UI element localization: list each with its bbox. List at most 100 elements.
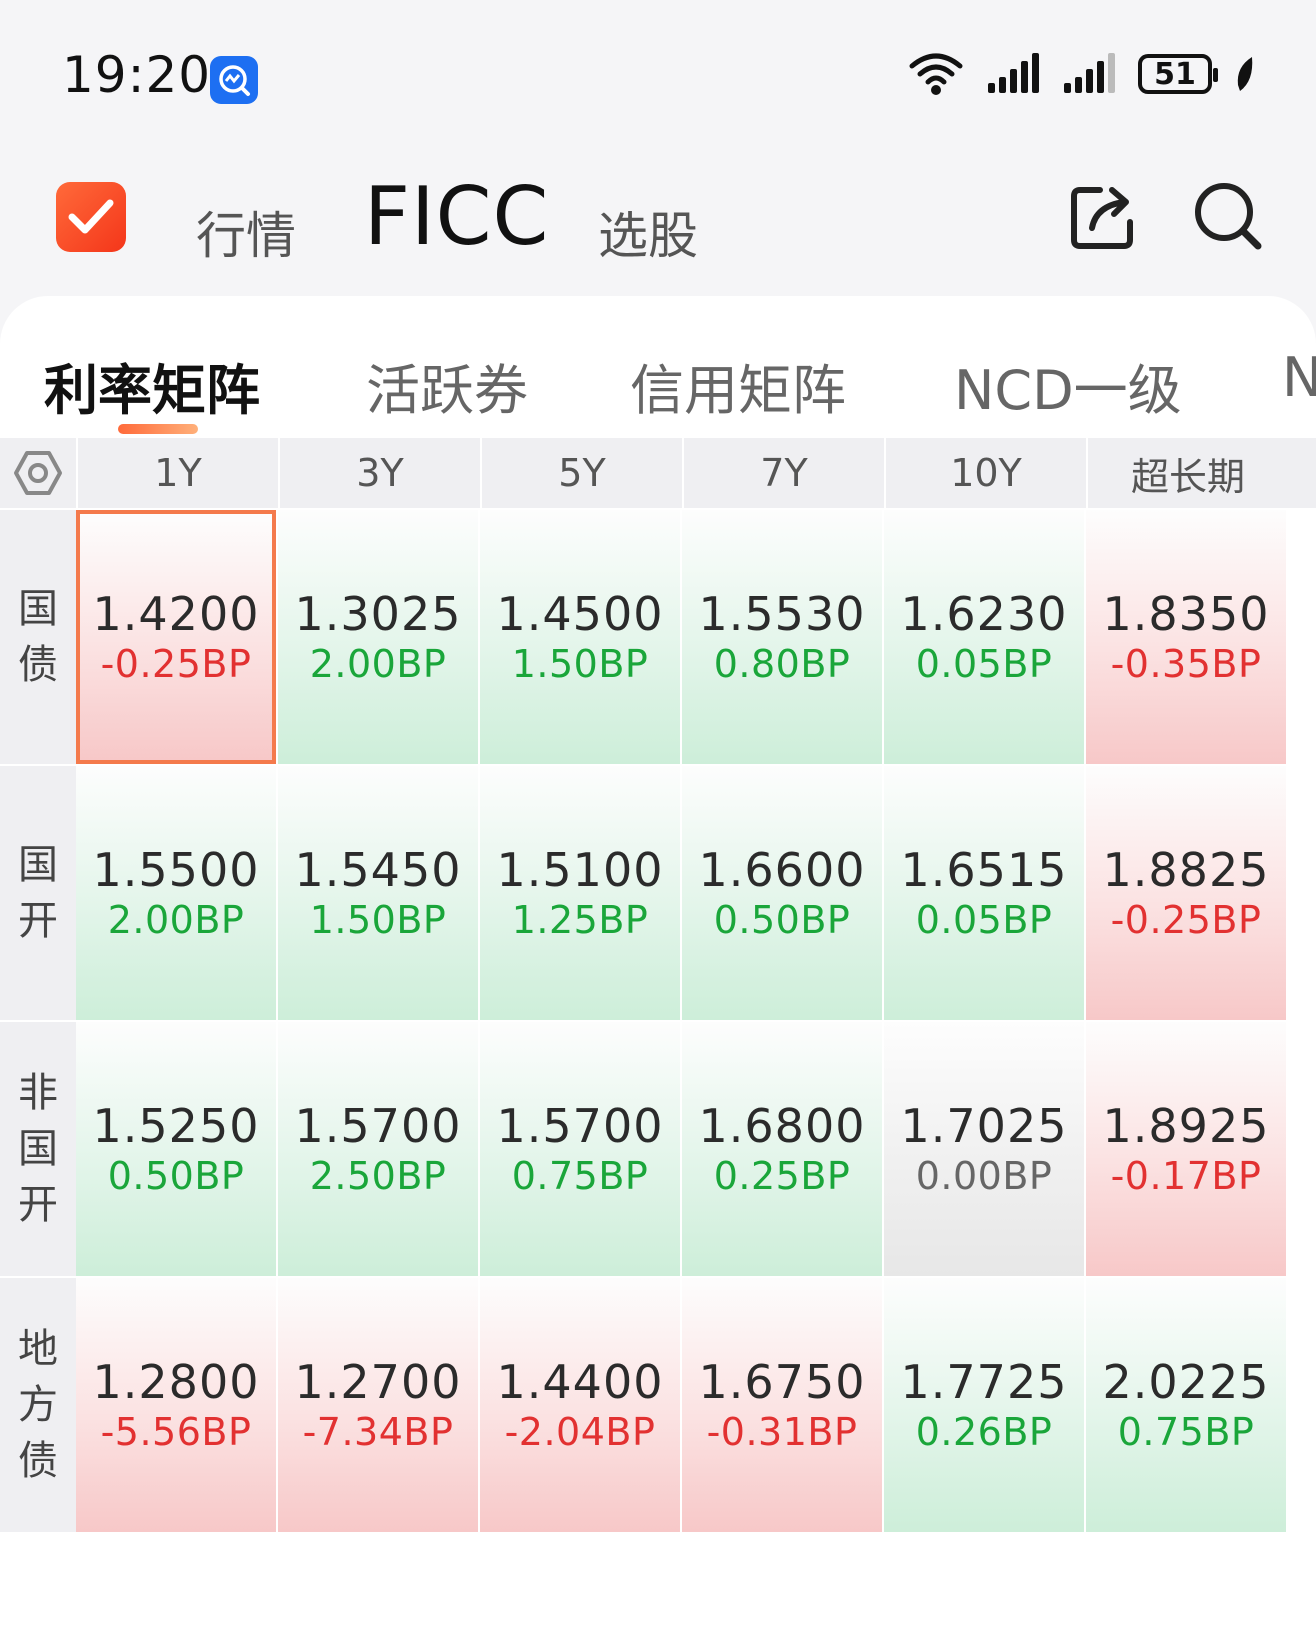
- yield-value: 1.7025: [900, 1099, 1068, 1153]
- yield-value: 1.8825: [1102, 843, 1270, 897]
- change-value: -7.34BP: [302, 1410, 454, 1454]
- column-header[interactable]: 1Y: [76, 438, 278, 508]
- nav-tab-ficc[interactable]: FICC: [364, 170, 549, 263]
- app-notification-icon: [210, 56, 258, 104]
- yield-value: 1.4400: [496, 1355, 664, 1409]
- nav-tab-hangqing[interactable]: 行情: [196, 196, 296, 268]
- content-card: 利率矩阵 活跃券 信用矩阵 NCD一级 N 1Y 3Y 5Y 7Y 10Y 超长期 国债1…: [0, 296, 1316, 1626]
- yield-value: 1.5700: [294, 1099, 462, 1153]
- column-header-row: 1Y 3Y 5Y 7Y 10Y 超长期: [0, 438, 1316, 508]
- change-value: -0.25BP: [100, 642, 252, 686]
- yield-value: 1.8350: [1102, 587, 1270, 641]
- change-value: 0.25BP: [713, 1154, 851, 1198]
- matrix-cell[interactable]: 1.6515 0.05BP: [884, 766, 1084, 1020]
- change-value: 0.75BP: [1117, 1410, 1255, 1454]
- change-value: -0.17BP: [1110, 1154, 1262, 1198]
- yield-value: 1.7725: [900, 1355, 1068, 1409]
- app-logo[interactable]: [56, 182, 126, 252]
- change-value: 0.80BP: [713, 642, 851, 686]
- settings-icon[interactable]: [0, 438, 76, 508]
- change-value: -0.31BP: [706, 1410, 858, 1454]
- matrix-cell[interactable]: 1.4500 1.50BP: [480, 510, 680, 764]
- matrix-cell[interactable]: 1.7725 0.26BP: [884, 1278, 1084, 1532]
- column-header[interactable]: 5Y: [480, 438, 682, 508]
- matrix-cell[interactable]: 2.0225 0.75BP: [1086, 1278, 1286, 1532]
- column-header[interactable]: 3Y: [278, 438, 480, 508]
- change-value: 0.26BP: [915, 1410, 1053, 1454]
- row-header-char: 开: [18, 898, 58, 944]
- row-header: 国开: [0, 766, 76, 1020]
- matrix-cell[interactable]: 1.5250 0.50BP: [76, 1022, 276, 1276]
- matrix-cell[interactable]: 1.6600 0.50BP: [682, 766, 882, 1020]
- row-header-char: 债: [18, 642, 58, 688]
- yield-value: 1.3025: [294, 587, 462, 641]
- yield-value: 1.6600: [698, 843, 866, 897]
- row-header-char: 债: [18, 1438, 58, 1484]
- subtab-more[interactable]: N: [1282, 346, 1316, 409]
- share-icon[interactable]: [1066, 178, 1142, 254]
- matrix-cell[interactable]: 1.4200 -0.25BP: [76, 510, 276, 764]
- row-header: 地方债: [0, 1278, 76, 1532]
- change-value: 0.00BP: [915, 1154, 1053, 1198]
- matrix-cell[interactable]: 1.6800 0.25BP: [682, 1022, 882, 1276]
- matrix-cell[interactable]: 1.8825 -0.25BP: [1086, 766, 1286, 1020]
- change-value: 0.05BP: [915, 898, 1053, 942]
- yield-value: 2.0225: [1102, 1355, 1270, 1409]
- column-header[interactable]: 10Y: [884, 438, 1086, 508]
- matrix-cell[interactable]: 1.5100 1.25BP: [480, 766, 680, 1020]
- sub-tab-bar: 利率矩阵 活跃券 信用矩阵 NCD一级 N: [0, 296, 1316, 438]
- change-value: 2.00BP: [309, 642, 447, 686]
- yield-value: 1.5450: [294, 843, 462, 897]
- matrix-cell[interactable]: 1.6750 -0.31BP: [682, 1278, 882, 1532]
- row-header-char: 国: [18, 586, 58, 632]
- column-header[interactable]: 超长期: [1086, 438, 1288, 508]
- signal-icon: [1064, 53, 1115, 93]
- matrix-cell[interactable]: 1.8925 -0.17BP: [1086, 1022, 1286, 1276]
- matrix-cell[interactable]: 1.7025 0.00BP: [884, 1022, 1084, 1276]
- matrix-cell[interactable]: 1.4400 -2.04BP: [480, 1278, 680, 1532]
- matrix-cell[interactable]: 1.5700 2.50BP: [278, 1022, 478, 1276]
- yield-value: 1.4200: [92, 587, 260, 641]
- matrix-cell[interactable]: 1.8350 -0.35BP: [1086, 510, 1286, 764]
- yield-value: 1.2700: [294, 1355, 462, 1409]
- leaf-icon: [1237, 57, 1253, 91]
- change-value: 0.50BP: [713, 898, 851, 942]
- search-icon[interactable]: [1190, 178, 1266, 254]
- active-tab-indicator: [118, 424, 198, 434]
- change-value: -0.35BP: [1110, 642, 1262, 686]
- subtab-credit-matrix[interactable]: 信用矩阵: [630, 346, 846, 425]
- matrix-cell[interactable]: 1.5530 0.80BP: [682, 510, 882, 764]
- matrix-cell[interactable]: 1.6230 0.05BP: [884, 510, 1084, 764]
- matrix-cell[interactable]: 1.5500 2.00BP: [76, 766, 276, 1020]
- matrix-cell[interactable]: 1.2800 -5.56BP: [76, 1278, 276, 1532]
- matrix-cell[interactable]: 1.5450 1.50BP: [278, 766, 478, 1020]
- row-header-char: 国: [18, 1126, 58, 1172]
- matrix-cell[interactable]: 1.5700 0.75BP: [480, 1022, 680, 1276]
- row-header: 非国开: [0, 1022, 76, 1276]
- yield-value: 1.6230: [900, 587, 1068, 641]
- yield-value: 1.8925: [1102, 1099, 1270, 1153]
- yield-value: 1.6515: [900, 843, 1068, 897]
- matrix-cell[interactable]: 1.2700 -7.34BP: [278, 1278, 478, 1532]
- column-header[interactable]: 7Y: [682, 438, 884, 508]
- subtab-rate-matrix[interactable]: 利率矩阵: [44, 346, 260, 425]
- subtab-ncd-primary[interactable]: NCD一级: [954, 346, 1182, 425]
- status-time: 19:20: [62, 46, 212, 104]
- subtab-active-bonds[interactable]: 活跃券: [366, 346, 528, 425]
- row-header-char: 开: [18, 1182, 58, 1228]
- battery-icon: 51: [1138, 54, 1218, 94]
- change-value: 2.50BP: [309, 1154, 447, 1198]
- matrix-cell[interactable]: 1.3025 2.00BP: [278, 510, 478, 764]
- wifi-icon: [909, 53, 963, 95]
- nav-tab-xuangu[interactable]: 选股: [598, 196, 698, 268]
- yield-value: 1.4500: [496, 587, 664, 641]
- change-value: 1.25BP: [511, 898, 649, 942]
- yield-value: 1.2800: [92, 1355, 260, 1409]
- change-value: 0.75BP: [511, 1154, 649, 1198]
- change-value: -5.56BP: [100, 1410, 252, 1454]
- row-header-char: 地: [18, 1326, 58, 1372]
- change-value: 1.50BP: [309, 898, 447, 942]
- change-value: 2.00BP: [107, 898, 245, 942]
- change-value: -0.25BP: [1110, 898, 1262, 942]
- status-bar: 19:20 51: [0, 0, 1316, 150]
